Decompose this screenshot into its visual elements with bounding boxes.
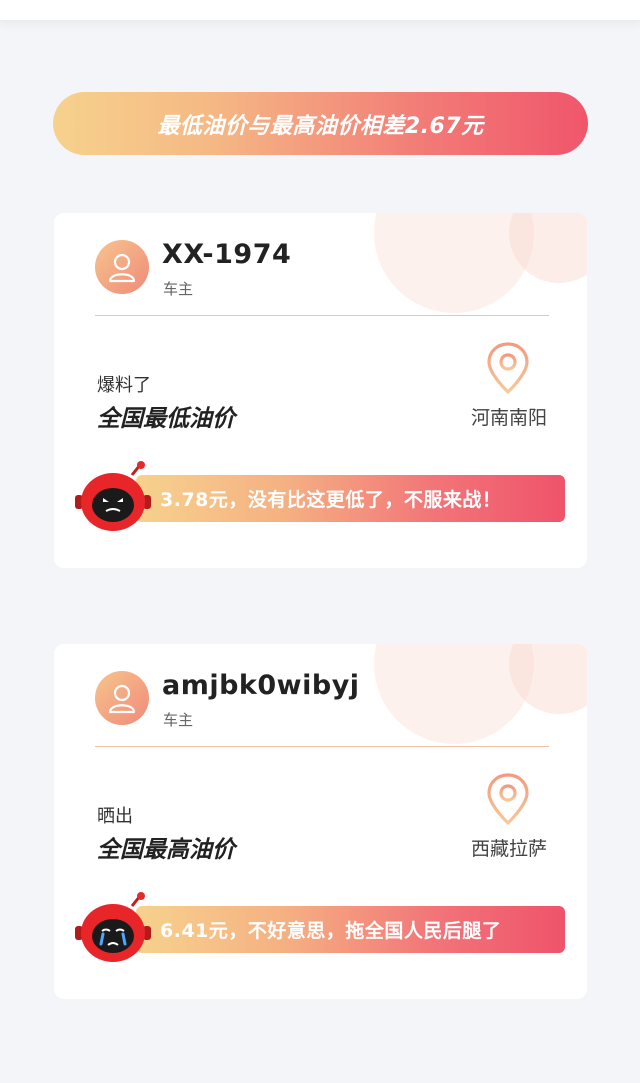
user-role: 车主: [163, 711, 194, 729]
username: XX-1974: [162, 239, 292, 270]
top-bar: [0, 0, 640, 20]
crying-robot-icon: [75, 892, 151, 962]
user-icon: [108, 253, 136, 283]
username: amjbk0wibyj: [162, 670, 360, 701]
highest-price-card: amjbk0wibyj 车主 晒出 全国最高油价 西藏拉萨 6.41元，不好意思…: [54, 644, 587, 999]
banner-text: 最低油价与最高油价相差2.67元: [157, 113, 484, 139]
action-text: 晒出: [97, 806, 133, 827]
lowest-price-card: XX-1974 车主 爆料了 全国最低油价 河南南阳 3.78元，没有比这更低了…: [54, 213, 587, 568]
user-icon: [108, 684, 136, 714]
divider: [95, 746, 549, 747]
avatar[interactable]: [95, 671, 149, 725]
quote-text: 6.41元，不好意思，拖全国人民后腿了: [160, 920, 502, 942]
price-difference-banner: 最低油价与最高油价相差2.67元: [53, 92, 588, 155]
action-text: 爆料了: [97, 375, 151, 396]
location-label: 河南南阳: [470, 407, 547, 429]
location-pin-icon: [487, 342, 529, 394]
quote-bar: 6.41元，不好意思，拖全国人民后腿了: [136, 906, 565, 953]
headline: 全国最高油价: [97, 837, 235, 863]
location-label: 西藏拉萨: [470, 838, 547, 860]
avatar[interactable]: [95, 240, 149, 294]
quote-text: 3.78元，没有比这更低了，不服来战！: [160, 489, 502, 511]
divider: [95, 315, 549, 316]
location-pin-icon: [487, 773, 529, 825]
quote-bar: 3.78元，没有比这更低了，不服来战！: [136, 475, 565, 522]
headline: 全国最低油价: [97, 406, 235, 432]
smug-robot-icon: [75, 461, 151, 531]
user-role: 车主: [163, 280, 194, 298]
